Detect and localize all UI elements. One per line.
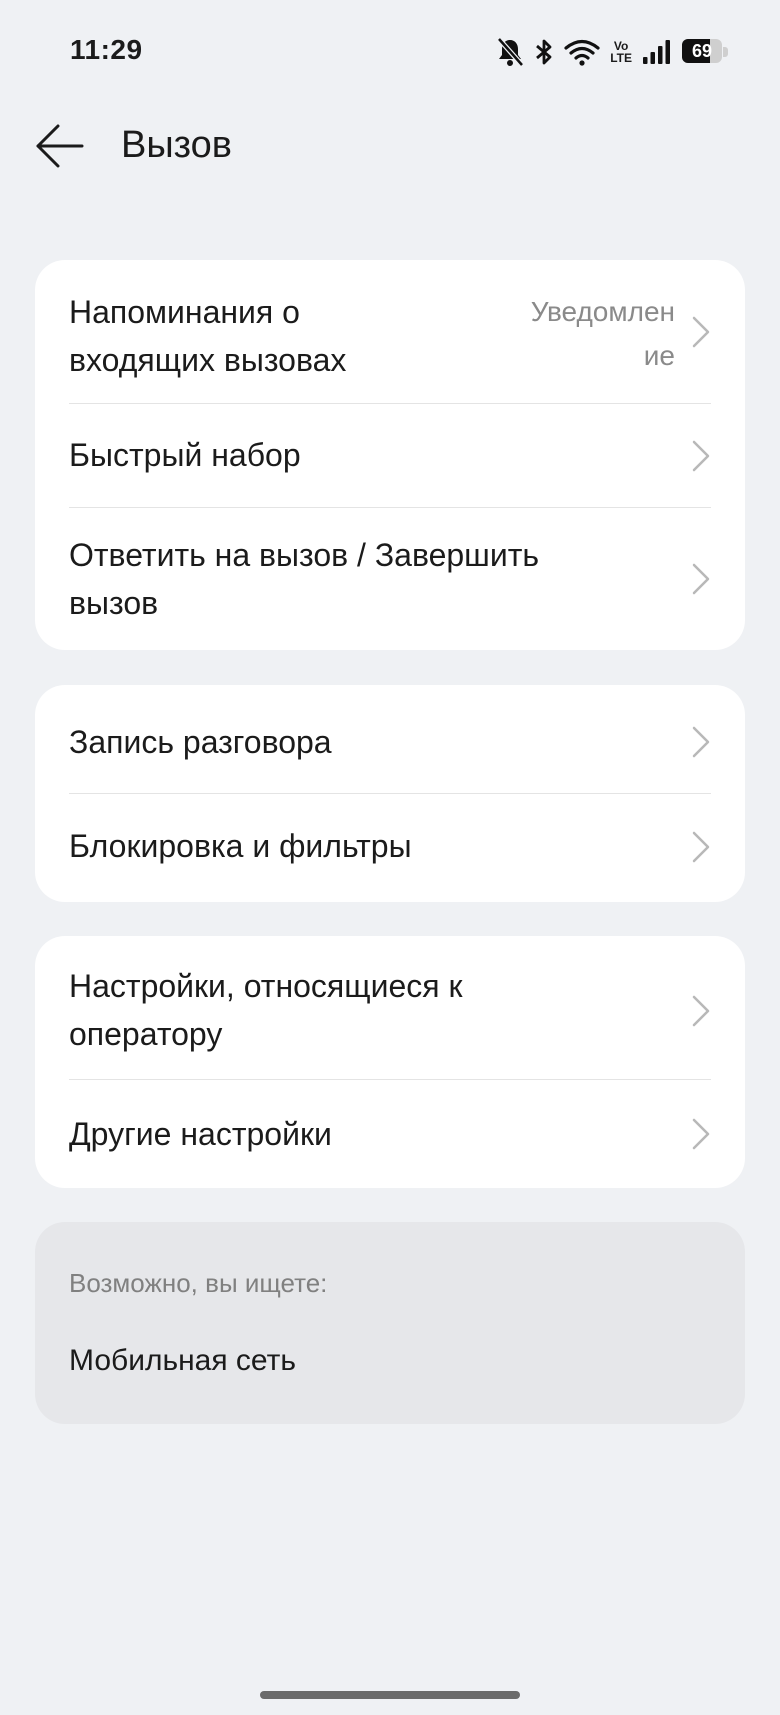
battery-icon: 69: [682, 39, 728, 65]
chevron-right-icon: [692, 726, 710, 758]
settings-group-other: Настройки, относящиеся к оператору Други…: [35, 936, 745, 1188]
signal-icon: [642, 39, 672, 65]
chevron-right-icon: [692, 563, 710, 595]
carrier-settings-item[interactable]: Настройки, относящиеся к оператору: [35, 936, 745, 1079]
suggestions-card: Возможно, вы ищете: Мобильная сеть: [35, 1222, 745, 1424]
volte-icon: Vo LTE: [610, 39, 632, 65]
settings-group-recording: Запись разговора Блокировка и фильтры: [35, 685, 745, 902]
status-icons: Vo LTE 69: [496, 34, 728, 70]
row-label: Ответить на вызов / Завершить вызов: [69, 537, 540, 621]
row-label: Другие настройки: [69, 1116, 332, 1152]
header: Вызов: [0, 110, 780, 180]
speed-dial-item[interactable]: Быстрый набор: [35, 404, 745, 507]
answer-end-call-item[interactable]: Ответить на вызов / Завершить вызов: [35, 508, 745, 650]
back-button[interactable]: [34, 120, 86, 172]
chevron-right-icon: [692, 995, 710, 1027]
settings-group-calls: Напоминания о входящих вызовах Уведомлен…: [35, 260, 745, 650]
battery-level: 69: [691, 41, 713, 61]
status-time: 11:29: [70, 34, 143, 65]
arrow-left-icon: [36, 124, 84, 168]
row-label: Запись разговора: [69, 724, 332, 760]
row-label: Настройки, относящиеся к оператору: [69, 968, 463, 1052]
incoming-call-reminders-item[interactable]: Напоминания о входящих вызовах Уведомлен…: [35, 260, 745, 403]
bluetooth-icon: [534, 37, 554, 67]
status-bar: 11:29 Vo LTE 69: [0, 0, 780, 100]
chevron-right-icon: [692, 831, 710, 863]
bell-off-icon: [496, 37, 525, 67]
row-label: Напоминания о входящих вызовах: [69, 294, 347, 378]
row-label: Быстрый набор: [69, 437, 301, 473]
chevron-right-icon: [692, 1118, 710, 1150]
row-value: Уведомлен ие: [530, 296, 675, 371]
suggestion-mobile-network[interactable]: Мобильная сеть: [69, 1344, 296, 1378]
suggestions-title: Возможно, вы ищете:: [69, 1268, 328, 1298]
call-recording-item[interactable]: Запись разговора: [35, 685, 745, 793]
home-indicator[interactable]: [260, 1691, 520, 1699]
other-settings-item[interactable]: Другие настройки: [35, 1080, 745, 1188]
wifi-icon: [564, 38, 600, 66]
blocking-filters-item[interactable]: Блокировка и фильтры: [35, 794, 745, 902]
page-title: Вызов: [121, 124, 232, 166]
row-label: Блокировка и фильтры: [69, 828, 412, 864]
chevron-right-icon: [692, 440, 710, 472]
chevron-right-icon: [692, 316, 710, 348]
